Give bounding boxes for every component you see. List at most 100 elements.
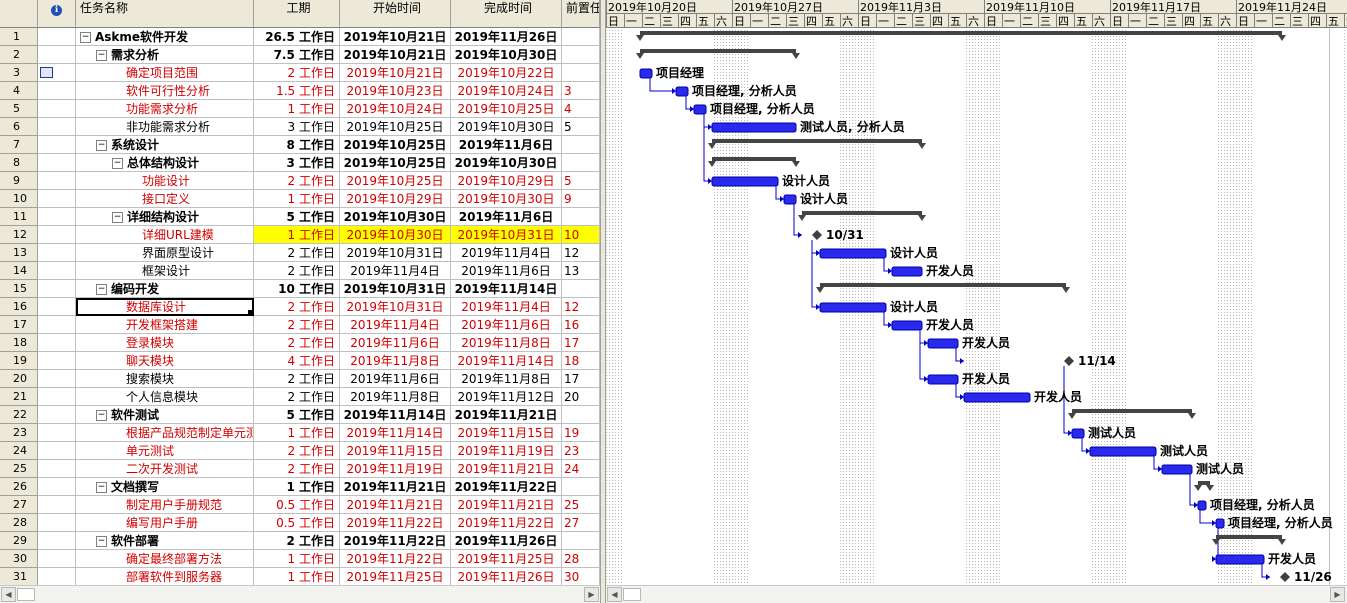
collapse-toggle-icon[interactable]: − <box>112 212 123 223</box>
start-cell[interactable]: 2019年10月21日 <box>340 64 451 82</box>
row-number[interactable]: 26 <box>0 478 38 496</box>
duration-cell[interactable]: 10 工作日 <box>254 280 340 298</box>
task-name-cell[interactable]: 软件可行性分析 <box>76 82 254 100</box>
duration-cell[interactable]: 2 工作日 <box>254 244 340 262</box>
task-name-cell[interactable]: − Askme软件开发 <box>76 28 254 46</box>
start-column-header[interactable]: 开始时间 <box>340 0 451 28</box>
row-number[interactable]: 15 <box>0 280 38 298</box>
finish-cell[interactable]: 2019年10月30日 <box>451 46 562 64</box>
finish-cell[interactable]: 2019年10月30日 <box>451 154 562 172</box>
task-name-cell[interactable]: − 编码开发 <box>76 280 254 298</box>
predecessors-cell[interactable] <box>562 406 600 424</box>
start-cell[interactable]: 2019年11月22日 <box>340 514 451 532</box>
predecessors-cell[interactable]: 17 <box>562 370 600 388</box>
start-cell[interactable]: 2019年10月21日 <box>340 46 451 64</box>
row-number[interactable]: 11 <box>0 208 38 226</box>
table-row[interactable]: 2− 需求分析 7.5 工作日 2019年10月21日 2019年10月30日 <box>0 46 600 64</box>
start-cell[interactable]: 2019年11月15日 <box>340 442 451 460</box>
finish-cell[interactable]: 2019年11月14日 <box>451 280 562 298</box>
table-row[interactable]: 10 接口定义 1 工作日 2019年10月29日 2019年10月30日 9 <box>0 190 600 208</box>
task-name-cell[interactable]: − 文档撰写 <box>76 478 254 496</box>
predecessors-cell[interactable] <box>562 154 600 172</box>
predecessors-cell[interactable]: 5 <box>562 118 600 136</box>
table-row[interactable]: 29− 软件部署 2 工作日 2019年11月22日 2019年11月26日 <box>0 532 600 550</box>
row-number[interactable]: 31 <box>0 568 38 586</box>
task-name-cell[interactable]: 制定用户手册规范 <box>76 496 254 514</box>
table-row[interactable]: 22− 软件测试 5 工作日 2019年11月14日 2019年11月21日 <box>0 406 600 424</box>
row-number[interactable]: 17 <box>0 316 38 334</box>
row-number[interactable]: 8 <box>0 154 38 172</box>
row-number[interactable]: 9 <box>0 172 38 190</box>
table-row[interactable]: 23 根据产品规范制定单元测 1 工作日 2019年11月14日 2019年11月15日… <box>0 424 600 442</box>
table-row[interactable]: 30 确定最终部署方法 1 工作日 2019年11月22日 2019年11月25日 28 <box>0 550 600 568</box>
selection-fill-handle[interactable] <box>248 310 253 315</box>
collapse-toggle-icon[interactable]: − <box>96 50 107 61</box>
start-cell[interactable]: 2019年10月31日 <box>340 280 451 298</box>
predecessors-cell[interactable]: 9 <box>562 190 600 208</box>
start-cell[interactable]: 2019年10月24日 <box>340 100 451 118</box>
row-number[interactable]: 12 <box>0 226 38 244</box>
predecessors-cell[interactable]: 3 <box>562 82 600 100</box>
task-name-column-header[interactable]: 任务名称 <box>76 0 254 28</box>
predecessors-cell[interactable] <box>562 46 600 64</box>
task-name-cell[interactable]: 聊天模块 <box>76 352 254 370</box>
start-cell[interactable]: 2019年11月22日 <box>340 550 451 568</box>
table-row[interactable]: 8− 总体结构设计 3 工作日 2019年10月25日 2019年10月30日 <box>0 154 600 172</box>
table-row[interactable]: 26− 文档撰写 1 工作日 2019年11月21日 2019年11月22日 <box>0 478 600 496</box>
finish-cell[interactable]: 2019年11月14日 <box>451 352 562 370</box>
table-row[interactable]: 20 搜索模块 2 工作日 2019年11月6日 2019年11月8日 17 <box>0 370 600 388</box>
row-number[interactable]: 30 <box>0 550 38 568</box>
finish-cell[interactable]: 2019年11月26日 <box>451 532 562 550</box>
task-name-cell[interactable]: 接口定义 <box>76 190 254 208</box>
predecessors-column-header[interactable]: 前置任 <box>562 0 600 28</box>
finish-cell[interactable]: 2019年11月8日 <box>451 370 562 388</box>
table-row[interactable]: 27 制定用户手册规范 0.5 工作日 2019年11月21日 2019年11月21日 2… <box>0 496 600 514</box>
table-row[interactable]: 4 软件可行性分析 1.5 工作日 2019年10月23日 2019年10月24日 3 <box>0 82 600 100</box>
predecessors-cell[interactable]: 27 <box>562 514 600 532</box>
duration-cell[interactable]: 1.5 工作日 <box>254 82 340 100</box>
duration-cell[interactable]: 5 工作日 <box>254 208 340 226</box>
start-cell[interactable]: 2019年11月21日 <box>340 478 451 496</box>
task-name-cell[interactable]: 确定项目范围 <box>76 64 254 82</box>
duration-cell[interactable]: 5 工作日 <box>254 406 340 424</box>
duration-cell[interactable]: 2 工作日 <box>254 64 340 82</box>
start-cell[interactable]: 2019年10月25日 <box>340 172 451 190</box>
duration-cell[interactable]: 3 工作日 <box>254 118 340 136</box>
duration-cell[interactable]: 3 工作日 <box>254 154 340 172</box>
task-name-cell[interactable]: 非功能需求分析 <box>76 118 254 136</box>
finish-cell[interactable]: 2019年11月4日 <box>451 244 562 262</box>
task-name-cell[interactable]: 个人信息模块 <box>76 388 254 406</box>
task-name-cell[interactable]: 详细URL建模 <box>76 226 254 244</box>
collapse-toggle-icon[interactable]: − <box>96 482 107 493</box>
row-number[interactable]: 14 <box>0 262 38 280</box>
start-cell[interactable]: 2019年11月22日 <box>340 532 451 550</box>
start-cell[interactable]: 2019年10月25日 <box>340 118 451 136</box>
row-number[interactable]: 23 <box>0 424 38 442</box>
start-cell[interactable]: 2019年11月8日 <box>340 388 451 406</box>
table-row[interactable]: 24 单元测试 2 工作日 2019年11月15日 2019年11月19日 23 <box>0 442 600 460</box>
row-number[interactable]: 22 <box>0 406 38 424</box>
start-cell[interactable]: 2019年10月21日 <box>340 28 451 46</box>
start-cell[interactable]: 2019年10月25日 <box>340 136 451 154</box>
finish-cell[interactable]: 2019年11月25日 <box>451 550 562 568</box>
task-name-cell[interactable]: 搜索模块 <box>76 370 254 388</box>
row-number[interactable]: 28 <box>0 514 38 532</box>
row-number[interactable]: 2 <box>0 46 38 64</box>
finish-cell[interactable]: 2019年11月21日 <box>451 496 562 514</box>
predecessors-cell[interactable] <box>562 478 600 496</box>
finish-cell[interactable]: 2019年11月21日 <box>451 406 562 424</box>
finish-cell[interactable]: 2019年11月12日 <box>451 388 562 406</box>
task-name-cell[interactable]: 功能需求分析 <box>76 100 254 118</box>
finish-cell[interactable]: 2019年11月21日 <box>451 460 562 478</box>
duration-cell[interactable]: 1 工作日 <box>254 568 340 586</box>
duration-cell[interactable]: 1 工作日 <box>254 424 340 442</box>
duration-cell[interactable]: 2 工作日 <box>254 532 340 550</box>
predecessors-cell[interactable]: 20 <box>562 388 600 406</box>
table-row[interactable]: 31 部署软件到服务器 1 工作日 2019年11月25日 2019年11月26日 30 <box>0 568 600 586</box>
duration-cell[interactable]: 2 工作日 <box>254 334 340 352</box>
predecessors-cell[interactable]: 12 <box>562 244 600 262</box>
finish-cell[interactable]: 2019年11月22日 <box>451 478 562 496</box>
task-name-cell[interactable]: 根据产品规范制定单元测 <box>76 424 254 442</box>
duration-cell[interactable]: 1 工作日 <box>254 100 340 118</box>
table-row[interactable]: 15 − 编码开发 10 工作日 2019年10月31日 2019年11月14日 <box>0 280 600 298</box>
